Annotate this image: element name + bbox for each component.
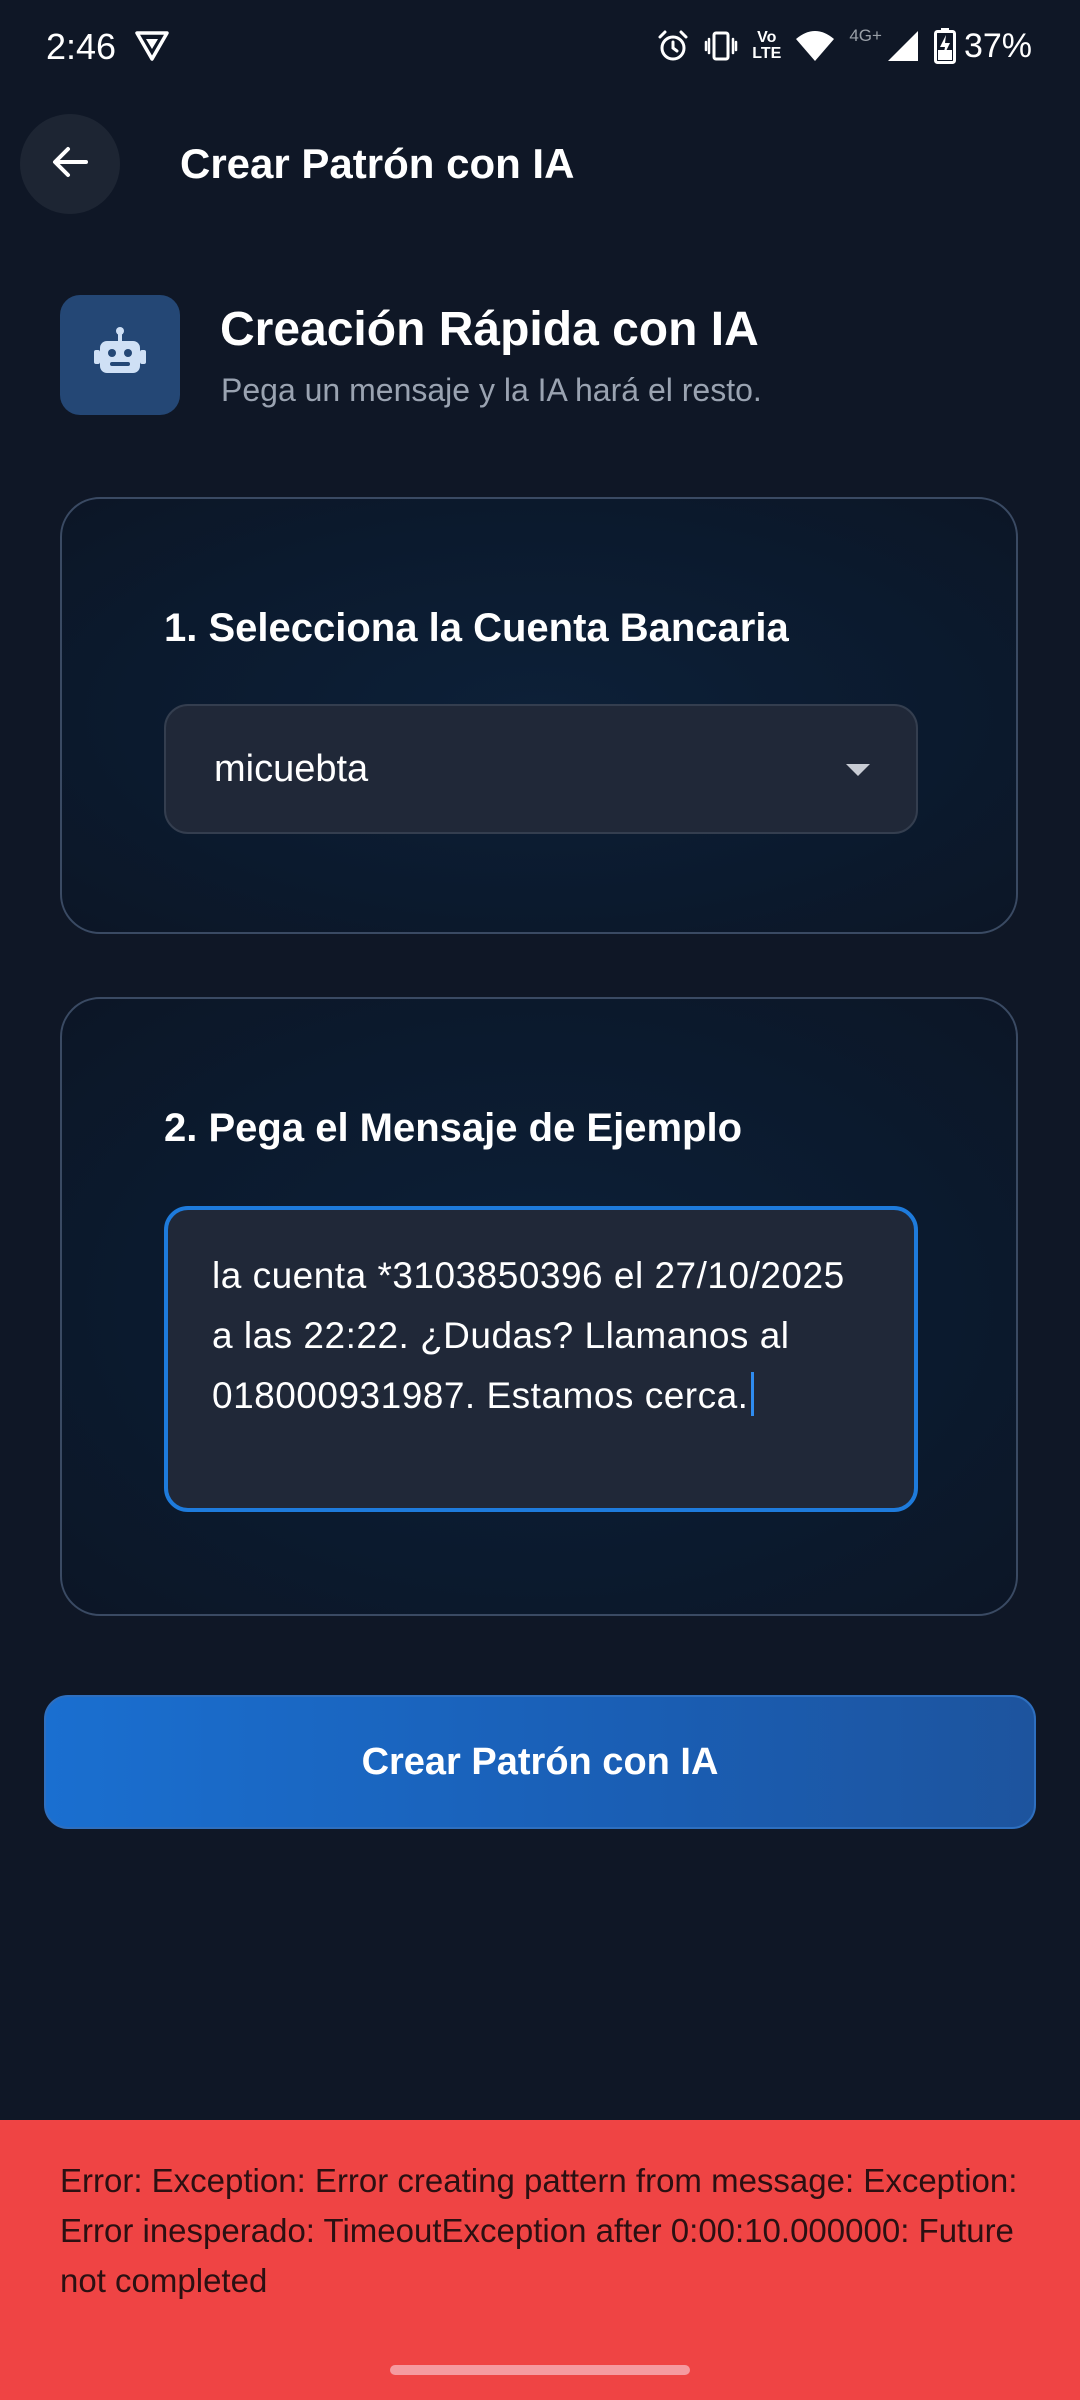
create-pattern-button-label: Crear Patrón con IA [361, 1740, 719, 1783]
account-dropdown[interactable]: micuebta [164, 704, 918, 834]
volte-icon: Vo LTE [752, 30, 781, 62]
account-card: 1. Selecciona la Cuenta Bancaria micuebt… [60, 497, 1018, 934]
battery-charging-icon [933, 28, 956, 64]
account-dropdown-value: micuebta [214, 748, 369, 790]
arrow-left-icon [48, 140, 92, 189]
alarm-icon [656, 29, 690, 63]
vpn-icon [134, 27, 170, 68]
account-label: 1. Selecciona la Cuenta Bancaria [164, 606, 789, 650]
back-button[interactable] [20, 114, 120, 214]
dropdown-caret-icon [844, 762, 872, 783]
message-label: 2. Pega el Mensaje de Ejemplo [164, 1106, 743, 1150]
error-message: Error: Exception: Error creating pattern… [60, 2162, 1018, 2299]
volte-top-label: Vo [757, 29, 777, 46]
create-pattern-button[interactable]: Crear Patrón con IA [44, 1695, 1036, 1829]
page-title: Crear Patrón con IA [180, 140, 575, 187]
robot-icon-tile [60, 295, 180, 415]
status-time: 2:46 [46, 26, 117, 67]
volte-bottom-label: LTE [752, 45, 782, 62]
status-bar: 2:46 Vo LTE 4G+ 37% [0, 0, 1080, 95]
vibrate-icon [704, 29, 738, 63]
battery-percent: 37% [963, 26, 1032, 65]
network-type-label: 4G+ [849, 26, 882, 45]
section-subtitle: Pega un mensaje y la IA hará el resto. [221, 372, 762, 408]
text-cursor [751, 1372, 755, 1416]
message-card: 2. Pega el Mensaje de Ejemplo la cuenta … [60, 997, 1018, 1616]
status-icons: Vo LTE 4G+ 37% [656, 22, 1032, 70]
section-title: Creación Rápida con IA [220, 303, 759, 356]
wifi-icon [795, 29, 835, 63]
message-input-text: la cuenta *3103850396 el 27/10/2025 a la… [212, 1255, 845, 1416]
home-indicator[interactable] [390, 2365, 690, 2375]
message-input[interactable]: la cuenta *3103850396 el 27/10/2025 a la… [164, 1206, 918, 1512]
error-snackbar: Error: Exception: Error creating pattern… [0, 2120, 1080, 2400]
signal-icon [886, 29, 920, 63]
robot-icon [90, 323, 150, 388]
